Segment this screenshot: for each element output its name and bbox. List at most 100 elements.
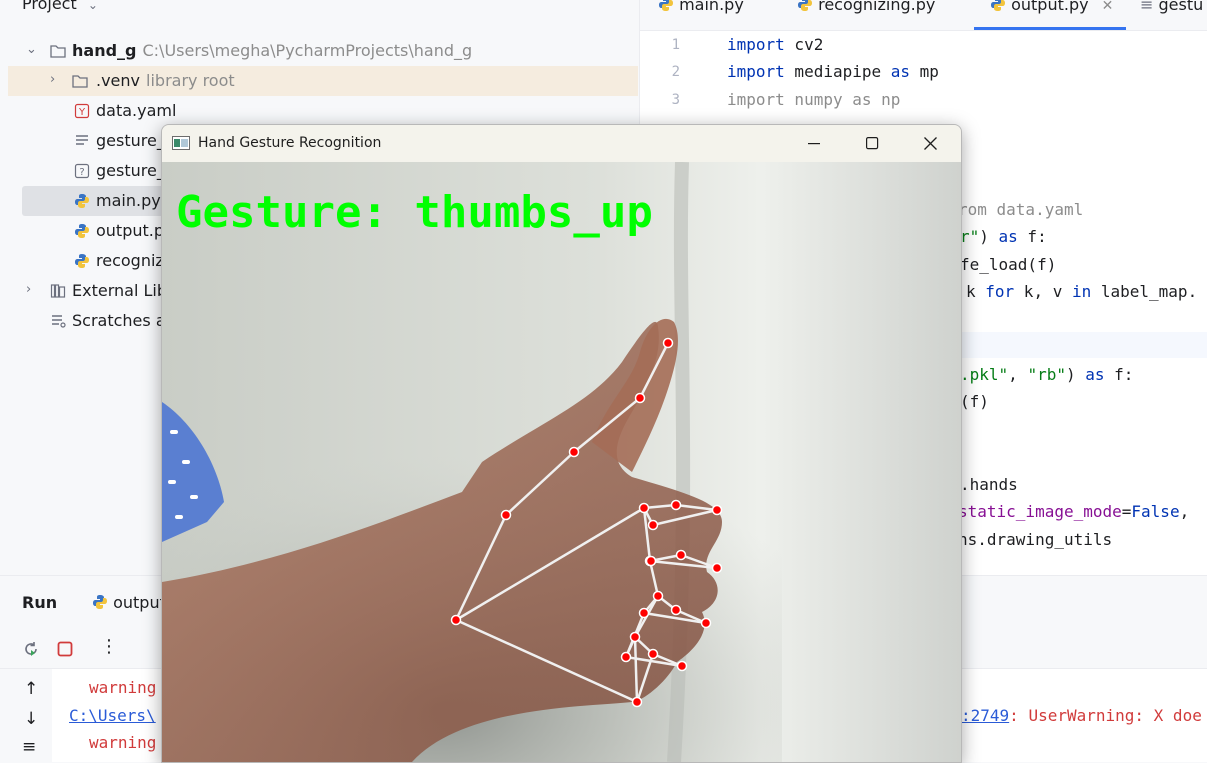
python-file-icon	[659, 0, 673, 11]
chevron-right-icon[interactable]: ›	[50, 72, 55, 87]
landmark-point	[500, 509, 512, 521]
python-file-icon	[75, 224, 89, 238]
console-link[interactable]: :2749	[961, 706, 1009, 725]
minimize-icon	[808, 143, 820, 145]
console-warning-text: : UserWarning: X doe	[1009, 706, 1202, 725]
tab-label: recognizing.py	[818, 0, 936, 14]
keyword: in	[1071, 282, 1092, 301]
landmark-point	[711, 504, 723, 516]
scratches-icon	[52, 315, 66, 328]
code-text: )	[979, 227, 999, 246]
tab-main-py[interactable]: main.py	[658, 0, 744, 14]
console-line-right: :2749: UserWarning: X doe	[961, 706, 1202, 725]
console-warning: warning	[89, 678, 157, 697]
keyword: for	[985, 282, 1015, 301]
code-line-1: import cv2	[727, 35, 823, 54]
minimize-button[interactable]	[785, 125, 843, 162]
landmark-point	[647, 648, 659, 660]
scroll-down-icon[interactable]: ↓	[24, 709, 38, 729]
editor-tab-bar: main.py recognizing.py output.py ✕ ≡ ges…	[640, 0, 1207, 31]
code-text: =	[1121, 502, 1132, 521]
landmark-point	[620, 651, 632, 663]
text-file-icon	[76, 135, 88, 145]
tab-output-py[interactable]: output.py ✕	[990, 0, 1113, 14]
run-tab-label: output	[113, 593, 166, 612]
gesture-label: Gesture: thumbs_up	[176, 187, 653, 238]
tree-item-main-py[interactable]: main.py	[22, 186, 170, 216]
keyword: import	[727, 62, 785, 81]
close-tab-icon[interactable]: ✕	[1102, 0, 1114, 14]
landmark-point	[652, 590, 664, 602]
python-file-icon	[798, 0, 812, 11]
maximize-icon	[866, 137, 879, 150]
landmark-point	[676, 660, 688, 672]
console-path-link[interactable]: C:\Users\	[69, 706, 156, 725]
landmark-point	[631, 696, 643, 708]
run-tab-output[interactable]: output	[92, 593, 166, 612]
code-text: ,	[1008, 365, 1028, 384]
code-comment: rom data.yaml	[958, 200, 1084, 219]
stop-icon[interactable]	[57, 641, 73, 657]
more-options-icon[interactable]: ⋮	[100, 636, 118, 657]
code-text: mediapipe	[784, 62, 891, 81]
code-line: r") as f:	[960, 227, 1047, 246]
tree-item-data-yaml[interactable]: Y data.yaml	[8, 96, 638, 126]
scroll-up-icon[interactable]: ↑	[24, 679, 38, 699]
tab-recognizing-py[interactable]: recognizing.py	[797, 0, 935, 14]
chevron-down-icon[interactable]: ⌄	[88, 0, 98, 12]
line-number: 1	[671, 37, 680, 53]
tree-label: recogniz	[96, 251, 164, 270]
tree-label: Scratches a	[72, 311, 166, 330]
chevron-right-icon[interactable]: ›	[26, 282, 31, 297]
unknown-file-icon: ?	[74, 163, 90, 179]
run-title: Run	[22, 593, 58, 612]
project-header[interactable]: Project ⌄	[22, 0, 98, 13]
console-gutter: ↑ ↓ ≡	[0, 669, 52, 762]
yaml-file-icon: Y	[74, 103, 90, 119]
tree-item-hand-g[interactable]: ⌄ hand_g C:\Users\megha\PycharmProjects\h…	[8, 36, 638, 66]
library-icon	[50, 284, 66, 298]
window-titlebar[interactable]: Hand Gesture Recognition	[162, 125, 961, 162]
line-number: 3	[671, 92, 680, 108]
landmark-point	[647, 519, 659, 531]
line-number: 2	[671, 64, 680, 80]
python-file-icon	[75, 254, 89, 268]
landmark-point	[662, 337, 674, 349]
maximize-button[interactable]	[843, 125, 901, 162]
hand-gesture-window[interactable]: Hand Gesture Recognition Gesture: thumbs…	[161, 124, 962, 763]
landmark-point	[645, 555, 657, 567]
tree-label: External Lib	[72, 281, 167, 300]
string: "rb"	[1027, 365, 1066, 384]
python-file-icon	[93, 595, 107, 609]
landmark-point	[670, 604, 682, 616]
code-text: cv2	[784, 35, 824, 54]
code-line-2: import mediapipe as mp	[727, 62, 939, 81]
tab-gesture-file[interactable]: ≡ gestu	[1140, 0, 1203, 14]
code-text: ,	[1179, 502, 1190, 521]
code-text: f:	[1017, 227, 1047, 246]
tab-label: output.py	[1011, 0, 1089, 14]
keyword: import	[727, 35, 785, 54]
code-line: static_image_mode=False,	[958, 502, 1189, 521]
tab-label: main.py	[679, 0, 744, 14]
svg-text:?: ?	[79, 167, 84, 178]
active-tab-indicator	[974, 27, 1126, 30]
rerun-icon[interactable]	[22, 640, 40, 658]
wrap-icon[interactable]: ≡	[22, 737, 36, 757]
code-line: ns.drawing_utils	[958, 530, 1113, 549]
code-line-3: import numpy as np	[727, 90, 901, 109]
code-line: (f)	[960, 392, 989, 411]
keyword: as	[998, 227, 1018, 246]
close-button[interactable]	[901, 125, 959, 162]
tree-item-venv[interactable]: › .venv library root	[8, 66, 638, 96]
code-text: f:	[1104, 365, 1134, 384]
landmark-point	[638, 607, 650, 619]
parameter: static_image_mode	[958, 502, 1122, 521]
console-warning: warning	[89, 733, 157, 752]
tree-label: .venv	[96, 71, 141, 90]
tree-label: gesture_	[96, 161, 165, 180]
code-text: )	[1065, 365, 1086, 384]
camera-frame: Gesture: thumbs_up	[162, 162, 961, 762]
landmark-point	[629, 631, 641, 643]
chevron-down-icon[interactable]: ⌄	[26, 42, 37, 57]
